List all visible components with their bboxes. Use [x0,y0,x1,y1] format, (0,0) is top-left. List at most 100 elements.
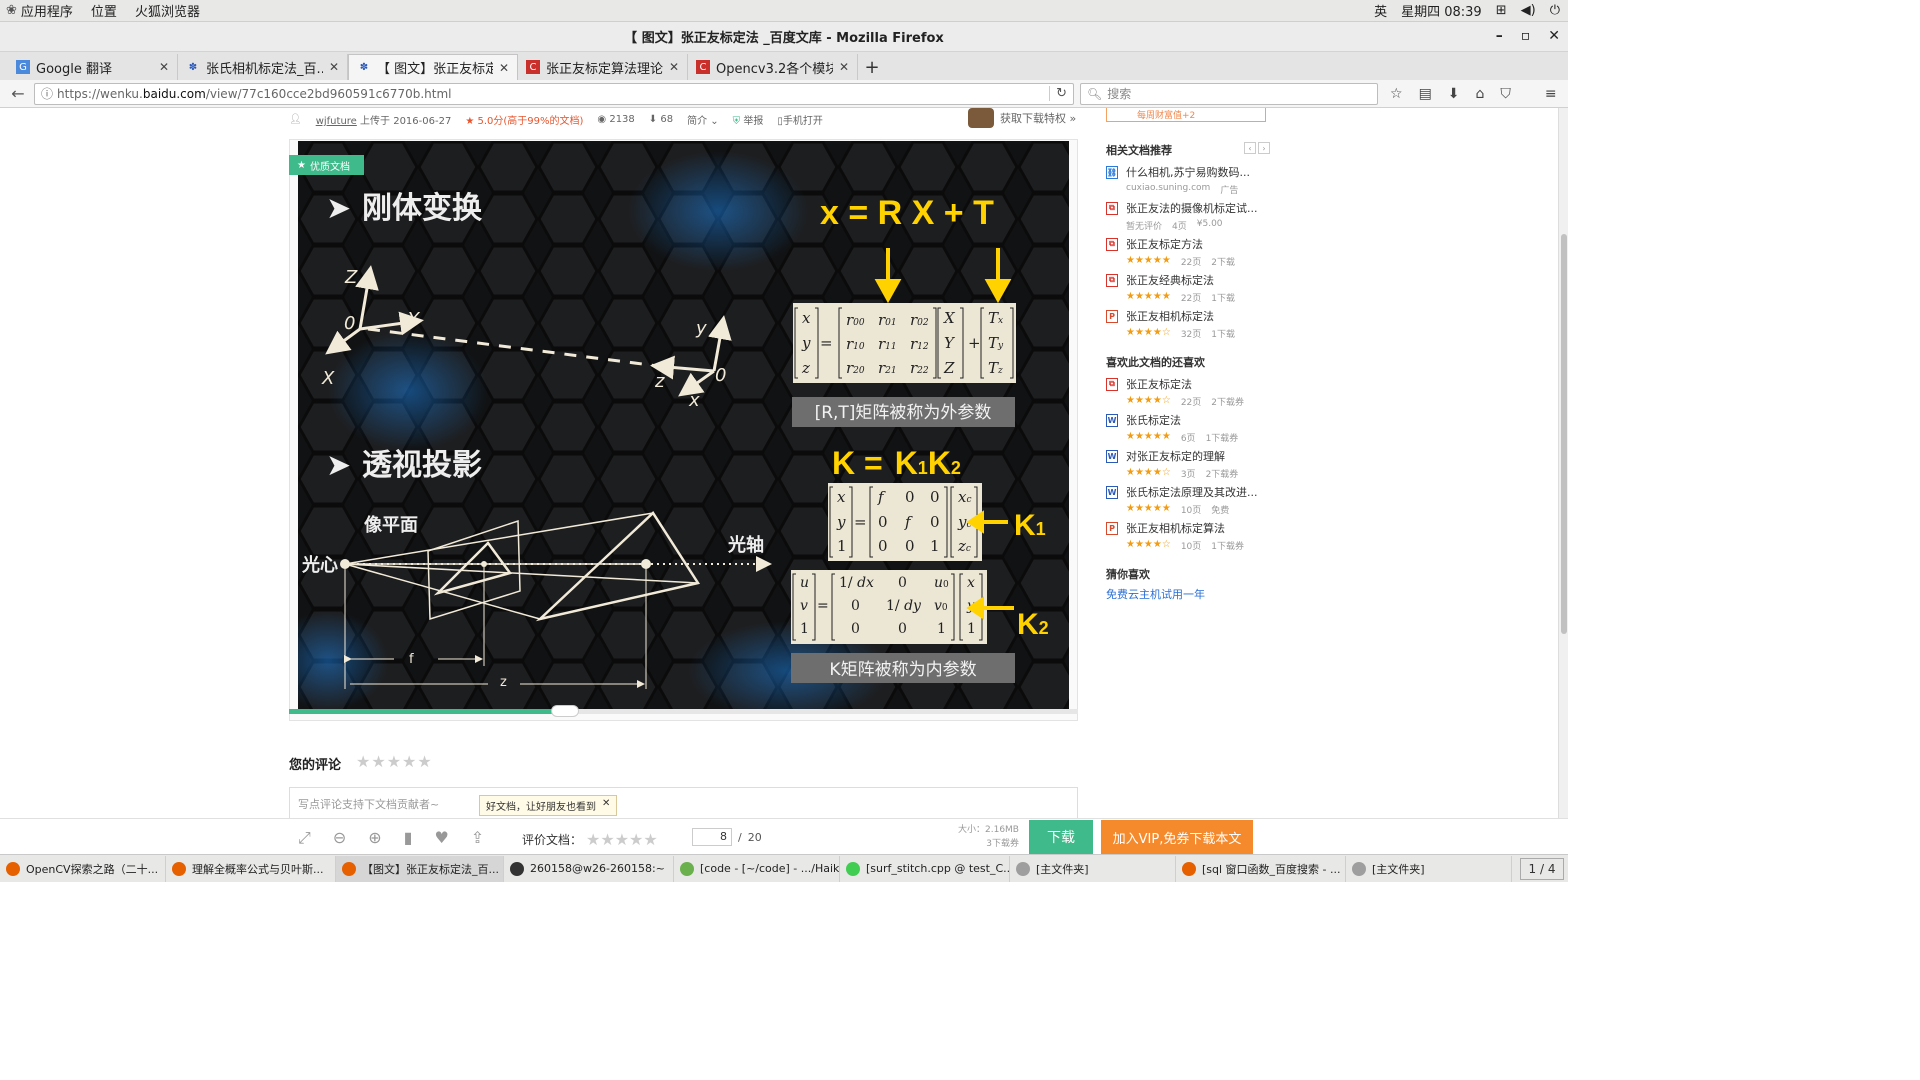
taskbar-item[interactable]: [sql 窗口函数_百度搜索 - ... [1176,855,1346,882]
bookmark-icon[interactable]: ▮ [404,828,413,848]
menu-icon[interactable]: ≡ [1545,86,1557,102]
report-link[interactable]: ⛨ 举报 [733,112,764,127]
pdf-icon: ⧉ [1106,377,1118,391]
progress-handle[interactable] [551,705,580,717]
also-like-item[interactable]: ⧉ 张正友标定法 ★★★★☆ 22页 2下载券 [1106,376,1272,408]
slide-canvas: ➤ 刚体变换 ➤ 透视投影 Z Y X 0 y z x 0 x = R X + … [298,141,1069,709]
comment-input[interactable]: 写点评论支持下文档贡献者~ [289,787,1078,818]
search-input[interactable]: 🔍︎ 搜索 [1080,82,1378,105]
close-icon[interactable]: ✕ [1548,28,1560,44]
related-item-title[interactable]: 张正友法的摄像机标定试... [1126,200,1258,216]
prev-page-icon[interactable]: ‹ [1244,142,1256,154]
taskbar-item[interactable]: 【图文】张正友标定法_百... [336,855,504,882]
app-icon [1352,861,1366,876]
related-item[interactable]: ⧉ 张正友法的摄像机标定试... 暂无评价 4页 ¥5.00 [1106,200,1272,232]
guess-link[interactable]: 免费云主机试用一年 [1106,586,1205,602]
vip-download-button[interactable]: 加入VIP,免券下载本文 [1101,820,1253,854]
workspace-indicator[interactable]: 1 / 4 [1520,857,1564,880]
reload-icon[interactable]: ↻ [1049,86,1067,101]
tab-zhang-calibration[interactable]: ✽ 张氏相机标定法_百... ✕ [178,54,348,80]
taskbar-item[interactable]: [code - [~/code] - .../Haik... [674,855,840,882]
volume-icon[interactable]: ◀) [1521,3,1536,18]
close-tab-icon[interactable]: ✕ [499,61,509,75]
svg-text:u: u [800,575,809,591]
label-optical-axis: 光轴 [727,534,764,556]
input-method-indicator[interactable]: 英 [1374,1,1387,20]
taskbar-item[interactable]: 260158@w26-260158:~ [504,855,674,882]
close-tab-icon[interactable]: ✕ [329,60,339,74]
network-icon[interactable]: ⊞ [1496,3,1507,18]
power-icon[interactable]: ⏻ [1550,3,1560,18]
taskbar-item[interactable]: OpenCV探索之路（二十... [0,855,166,882]
related-item-title[interactable]: 张正友经典标定法 [1126,272,1214,288]
applications-menu[interactable]: ❀ 应用程序 [6,1,73,20]
download-button[interactable]: 下载 [1029,820,1093,854]
tab-opencv-modules[interactable]: C Opencv3.2各个模块... ✕ [688,54,858,80]
rate-stars[interactable]: ★★★★★ [586,830,658,849]
also-like-item-title[interactable]: 张氏标定法 [1126,412,1181,428]
close-tab-icon[interactable]: ✕ [839,60,849,74]
related-item[interactable]: ⧉ 张正友标定方法 ★★★★★ 22页 2下载 [1106,236,1272,268]
taskbar-item[interactable]: [主文件夹] [1010,855,1176,882]
svg-text:0: 0 [930,488,940,506]
heading-rigid-transform: 刚体变换 [362,191,483,226]
also-like-item-title[interactable]: 张正友相机标定算法 [1126,520,1225,536]
close-tab-icon[interactable]: ✕ [669,60,679,74]
get-privilege[interactable]: 获取下载特权 » [968,108,1076,128]
reading-list-icon[interactable]: ▤ [1419,86,1432,102]
home-icon[interactable]: ⌂ [1476,86,1485,102]
pocket-icon[interactable]: ⛉ [1500,86,1511,102]
url-bar[interactable]: ⓘ https://wenku. baidu.com/view/77c160cce… [34,82,1074,105]
next-page-icon[interactable]: › [1258,142,1270,154]
close-tab-icon[interactable]: ✕ [159,60,169,74]
comment-rating-stars[interactable]: ★★★★★ [356,752,433,771]
heading-perspective-projection: 透视投影 [362,448,482,483]
also-like-item[interactable]: W 张氏标定法原理及其改进... ★★★★★ 10页 免费 [1106,484,1272,516]
page-number-input[interactable]: 8 [692,828,732,846]
share-icon[interactable]: ⇪ [471,828,484,848]
related-item-title[interactable]: 张正友相机标定法 [1126,308,1214,324]
download-icon[interactable]: ⬇ [1448,86,1460,102]
tab-baidu-wenku[interactable]: ✽ 【 图文】张正友标定... ✕ [348,54,518,80]
browser-menu[interactable]: 火狐浏览器 [135,1,200,20]
related-item[interactable]: ⛓ 什么相机,苏宁易购数码... cuxiao.suning.com 广告 [1106,164,1272,196]
also-like-item[interactable]: W 对张正友标定的理解 ★★★★☆ 3页 2下载券 [1106,448,1272,480]
minimize-icon[interactable]: – [1496,28,1503,44]
also-like-item-title[interactable]: 对张正友标定的理解 [1126,448,1225,464]
zoom-in-icon[interactable]: ⊕ [368,828,381,848]
close-icon[interactable]: ✕ [602,798,610,813]
favorite-heart-icon[interactable]: ♥ [434,828,448,848]
also-like-item[interactable]: P 张正友相机标定算法 ★★★★☆ 10页 1下载券 [1106,520,1272,552]
tab-google-translate[interactable]: G Google 翻译 ✕ [8,54,178,80]
taskbar-item[interactable]: [surf_stitch.cpp @ test_C... [840,855,1010,882]
page-scrollbar[interactable] [1558,108,1568,818]
related-item-title[interactable]: 什么相机,苏宁易购数码... [1126,164,1250,180]
places-menu[interactable]: 位置 [91,1,117,20]
also-like-item[interactable]: W 张氏标定法 ★★★★★ 6页 1下载券 [1106,412,1272,444]
related-pager: ‹ › [1244,142,1270,154]
also-like-item-title[interactable]: 张氏标定法原理及其改进... [1126,484,1258,500]
axis-label-X: X [321,368,335,389]
back-button[interactable]: ← [4,82,32,106]
taskbar-item[interactable]: [主文件夹] [1346,855,1512,882]
scrollbar-thumb[interactable] [1561,234,1567,634]
taskbar-item[interactable]: 理解全概率公式与贝叶斯... [166,855,336,882]
zoom-out-icon[interactable]: ⊖ [333,828,346,848]
intro-dropdown[interactable]: 简介 ⌄ [687,112,719,127]
also-like-item-title[interactable]: 张正友标定法 [1126,376,1192,392]
uploader-link[interactable]: wjfuture [316,116,357,127]
mobile-open-link[interactable]: ▯手机打开 [777,112,823,127]
related-item[interactable]: P 张正友相机标定法 ★★★★☆ 32页 1下载 [1106,308,1272,340]
slide-page: ➤ 刚体变换 ➤ 透视投影 Z Y X 0 y z x 0 x = R X + … [298,141,1069,709]
fullscreen-icon[interactable]: ⤢ [298,828,311,848]
tab-zhang-algorithm[interactable]: C 张正友标定算法理论... ✕ [518,54,688,80]
info-icon[interactable]: ⓘ [41,85,53,102]
new-tab-button[interactable]: + [858,54,886,80]
clock[interactable]: 星期四 08:39 [1401,1,1482,20]
baidu-paw-icon: ✽ [188,61,198,73]
reading-progress[interactable] [289,705,1078,717]
related-item[interactable]: ⧉ 张正友经典标定法 ★★★★★ 22页 1下载 [1106,272,1272,304]
maximize-icon[interactable]: ▫ [1521,28,1531,44]
bookmark-star-icon[interactable]: ☆ [1390,86,1403,102]
related-item-title[interactable]: 张正友标定方法 [1126,236,1203,252]
